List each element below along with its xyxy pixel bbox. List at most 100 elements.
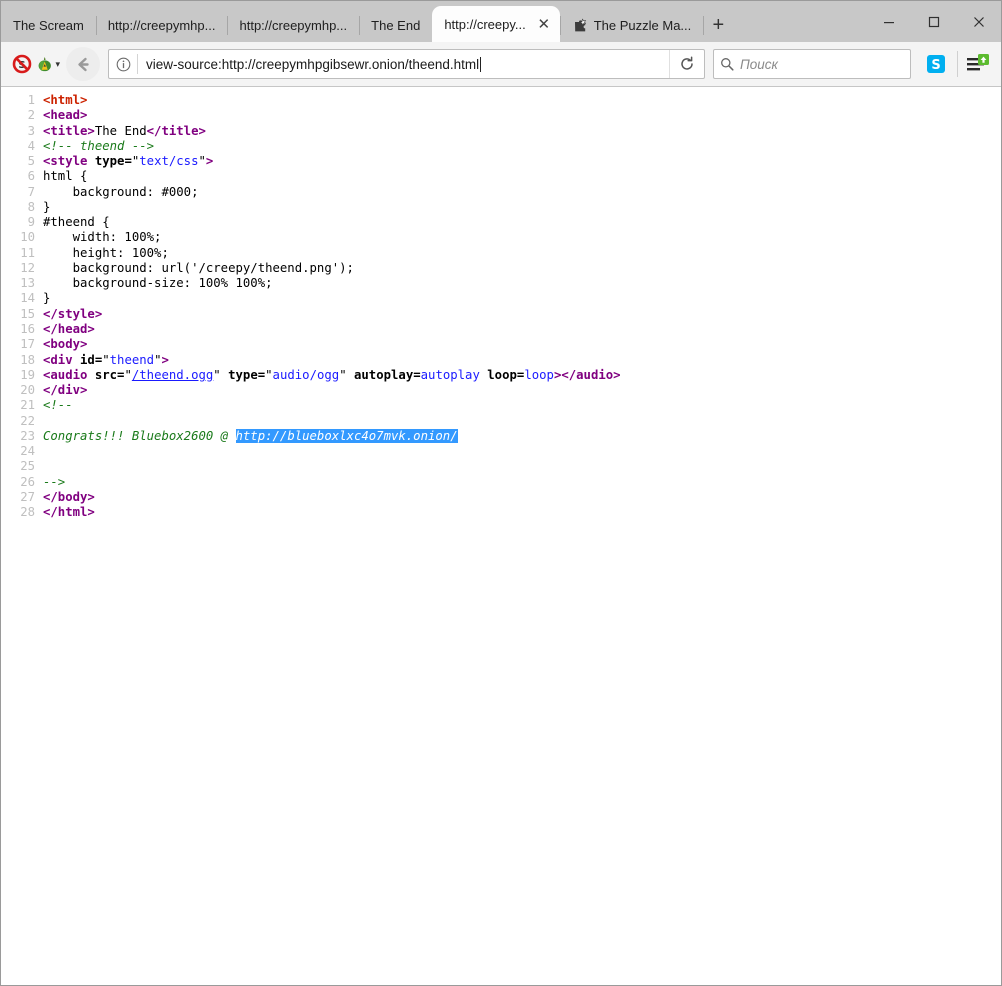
tab-item[interactable]: http://creepy...✕ bbox=[432, 6, 559, 42]
source-line: 25 bbox=[1, 459, 1001, 474]
tab-strip: The Screamhttp://creepymhp...http://cree… bbox=[1, 1, 1001, 42]
line-code: <!-- bbox=[43, 398, 1001, 413]
code-token: </body> bbox=[43, 490, 95, 504]
code-token: --> bbox=[43, 475, 65, 489]
source-line: 15</style> bbox=[1, 307, 1001, 322]
line-number: 26 bbox=[1, 475, 43, 490]
code-token: background: #000; bbox=[43, 185, 198, 199]
page-info-button[interactable] bbox=[109, 50, 137, 78]
source-line: 26--> bbox=[1, 475, 1001, 490]
code-token: <head> bbox=[43, 108, 87, 122]
line-code: --> bbox=[43, 475, 1001, 490]
maximize-icon bbox=[928, 16, 940, 28]
code-token: } bbox=[43, 291, 50, 305]
line-number: 4 bbox=[1, 139, 43, 154]
selected-url[interactable]: http://blueboxlxc4o7mvk.onion/ bbox=[236, 429, 458, 443]
code-token: theend bbox=[110, 353, 154, 367]
line-number: 27 bbox=[1, 490, 43, 505]
tab-item[interactable]: http://creepymhp... bbox=[227, 9, 359, 42]
noscript-icon: S bbox=[12, 54, 32, 74]
minimize-button[interactable] bbox=[866, 7, 911, 37]
source-line: 24 bbox=[1, 444, 1001, 459]
code-token: } bbox=[43, 200, 50, 214]
reload-button[interactable] bbox=[670, 50, 704, 78]
code-token: <!-- bbox=[43, 398, 73, 412]
source-line: 16</head> bbox=[1, 322, 1001, 337]
code-token: html { bbox=[43, 169, 87, 183]
line-number: 5 bbox=[1, 154, 43, 169]
code-token: id= bbox=[80, 353, 102, 367]
code-token: <html> bbox=[43, 93, 87, 107]
search-icon bbox=[714, 51, 740, 77]
source-line: 14} bbox=[1, 291, 1001, 306]
tab-close-icon[interactable]: ✕ bbox=[536, 16, 552, 32]
line-code: background-size: 100% 100%; bbox=[43, 276, 1001, 291]
source-link[interactable]: /theend.ogg bbox=[132, 368, 213, 382]
code-token: " bbox=[124, 368, 131, 382]
tor-button[interactable]: ▾ bbox=[36, 50, 60, 78]
code-token: " bbox=[339, 368, 354, 382]
source-line: 23Congrats!!! Bluebox2600 @ http://blueb… bbox=[1, 429, 1001, 444]
close-icon bbox=[973, 16, 985, 28]
code-token: loop bbox=[524, 368, 554, 382]
line-number: 16 bbox=[1, 322, 43, 337]
noscript-button[interactable]: S bbox=[8, 50, 36, 78]
view-source-content: 1<html>2<head>3<title>The End</title>4<!… bbox=[1, 87, 1001, 985]
address-bar[interactable]: view-source:http://creepymhpgibsewr.onio… bbox=[108, 49, 705, 79]
source-line: 1<html> bbox=[1, 93, 1001, 108]
code-token: #theend { bbox=[43, 215, 110, 229]
code-token: Congrats!!! Bluebox2600 @ bbox=[43, 429, 236, 443]
code-token: autoplay= bbox=[354, 368, 421, 382]
line-code: </head> bbox=[43, 322, 1001, 337]
line-code: Congrats!!! Bluebox2600 @ http://bluebox… bbox=[43, 429, 1001, 444]
line-number: 7 bbox=[1, 185, 43, 200]
code-token: </html> bbox=[43, 505, 95, 519]
tab-item[interactable]: http://creepymhp... bbox=[96, 9, 228, 42]
code-token: " bbox=[199, 154, 206, 168]
tab-item[interactable]: The Puzzle Ma... bbox=[560, 9, 704, 42]
line-code: } bbox=[43, 291, 1001, 306]
tab-label: The Puzzle Ma... bbox=[594, 18, 692, 33]
line-code: <style type="text/css"> bbox=[43, 154, 1001, 169]
code-token: " bbox=[102, 353, 109, 367]
line-number: 17 bbox=[1, 337, 43, 352]
code-token: <audio bbox=[43, 368, 95, 382]
line-code: <html> bbox=[43, 93, 1001, 108]
code-token: background: url('/creepy/theend.png'); bbox=[43, 261, 354, 275]
code-token: > bbox=[206, 154, 213, 168]
hamburger-menu-icon bbox=[965, 53, 989, 75]
tab-list: The Screamhttp://creepymhp...http://cree… bbox=[1, 6, 703, 42]
tab-label: http://creepymhp... bbox=[239, 18, 347, 33]
line-code: </div> bbox=[43, 383, 1001, 398]
source-line: 17<body> bbox=[1, 337, 1001, 352]
code-token: </head> bbox=[43, 322, 95, 336]
close-button[interactable] bbox=[956, 7, 1001, 37]
search-bar[interactable]: Поиск bbox=[713, 49, 911, 79]
minimize-icon bbox=[883, 16, 895, 28]
search-input[interactable]: Поиск bbox=[740, 57, 778, 72]
skype-button[interactable]: S bbox=[921, 49, 951, 79]
code-token: type= bbox=[228, 368, 265, 382]
line-number: 20 bbox=[1, 383, 43, 398]
source-line: 8} bbox=[1, 200, 1001, 215]
code-token: width: 100%; bbox=[43, 230, 161, 244]
line-code: <head> bbox=[43, 108, 1001, 123]
address-bar-text[interactable]: view-source:http://creepymhpgibsewr.onio… bbox=[138, 57, 669, 72]
tab-item[interactable]: The Scream bbox=[1, 9, 96, 42]
browser-window: The Screamhttp://creepymhp...http://cree… bbox=[0, 0, 1002, 986]
maximize-button[interactable] bbox=[911, 7, 956, 37]
chevron-down-icon[interactable]: ▾ bbox=[55, 59, 60, 70]
line-number: 9 bbox=[1, 215, 43, 230]
code-token: background-size: 100% 100%; bbox=[43, 276, 273, 290]
code-token: <!-- theend --> bbox=[43, 139, 154, 153]
line-number: 21 bbox=[1, 398, 43, 413]
line-code: #theend { bbox=[43, 215, 1001, 230]
back-button[interactable] bbox=[66, 47, 100, 81]
source-line: 3<title>The End</title> bbox=[1, 124, 1001, 139]
page-info-icon bbox=[116, 57, 131, 72]
menu-button[interactable] bbox=[960, 49, 994, 79]
new-tab-button[interactable]: + bbox=[703, 9, 733, 42]
line-number: 24 bbox=[1, 444, 43, 459]
line-code: <body> bbox=[43, 337, 1001, 352]
tab-item[interactable]: The End bbox=[359, 9, 432, 42]
